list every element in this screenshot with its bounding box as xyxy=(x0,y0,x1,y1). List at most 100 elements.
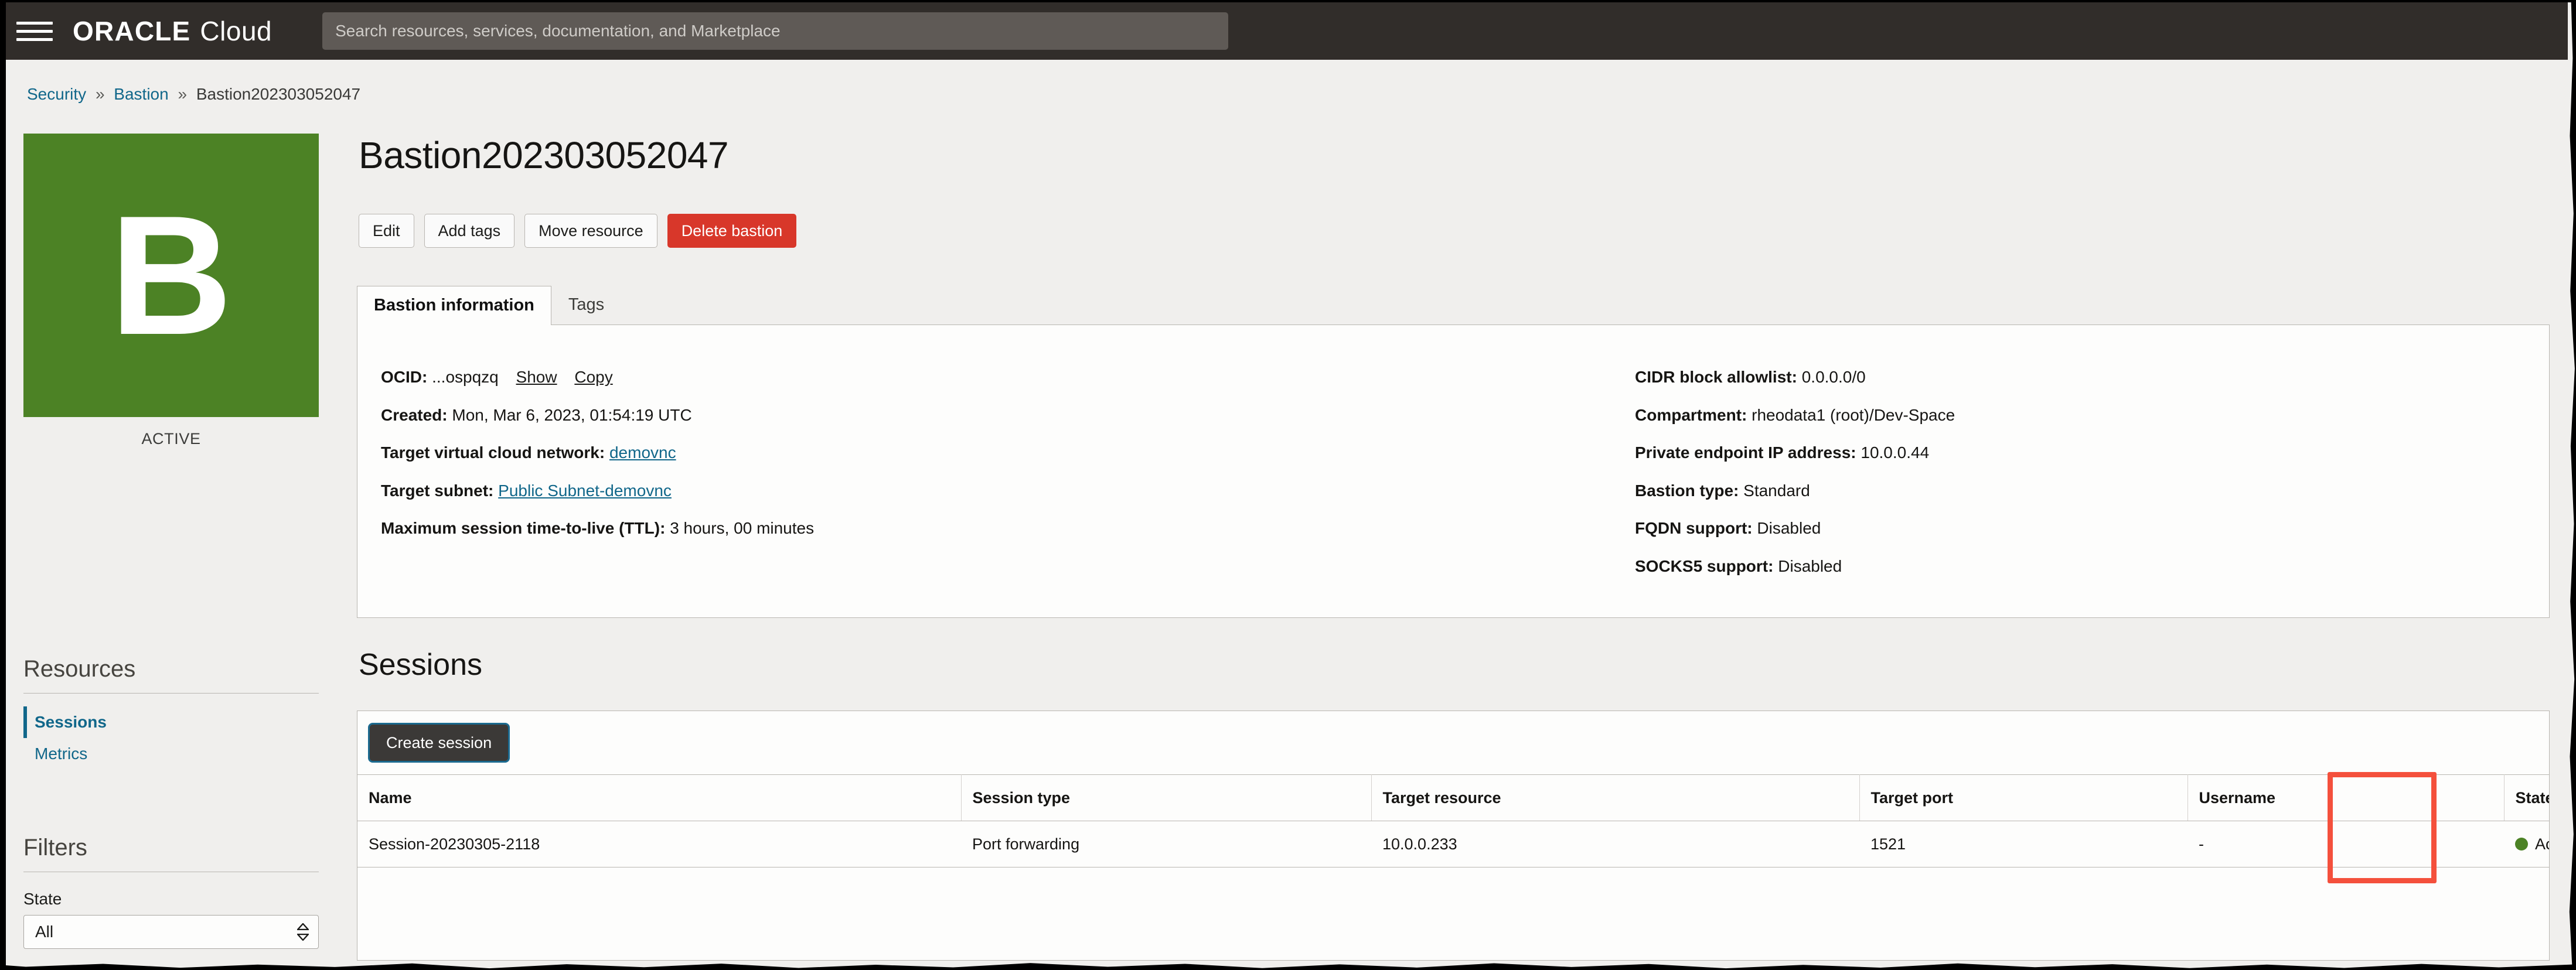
oracle-cloud-logo[interactable]: ORACLE Cloud xyxy=(73,15,272,47)
hamburger-bar xyxy=(16,37,53,41)
hamburger-menu-icon[interactable] xyxy=(16,21,53,41)
breadcrumb-separator: » xyxy=(95,85,105,103)
filters-heading: Filters xyxy=(23,835,319,872)
tab-bar: Bastion information Tags xyxy=(357,285,2550,326)
sessions-section-title: Sessions xyxy=(359,648,482,682)
info-label-cidr-allowlist: CIDR block allowlist: xyxy=(1635,368,1797,386)
brand-cloud-text: Cloud xyxy=(200,16,272,46)
column-header-target-port[interactable]: Target port xyxy=(1859,774,2188,821)
column-header-username[interactable]: Username xyxy=(2187,774,2505,821)
avatar-letter: B xyxy=(110,180,233,370)
edit-button[interactable]: Edit xyxy=(359,214,414,248)
breadcrumb-separator: » xyxy=(178,85,188,103)
info-label-created: Created: xyxy=(381,405,448,424)
info-value-ttl: 3 hours, 00 minutes xyxy=(670,519,815,538)
filters-section: Filters State All xyxy=(23,835,319,949)
table-header-row: Name Session type Target resource Target… xyxy=(357,774,2549,821)
info-value-target-subnet-link[interactable]: Public Subnet-demovnc xyxy=(498,481,672,500)
action-button-group: Edit Add tags Move resource Delete basti… xyxy=(359,214,797,248)
show-ocid-link[interactable]: Show xyxy=(516,368,557,386)
copy-ocid-link[interactable]: Copy xyxy=(574,368,612,386)
info-label-compartment: Compartment: xyxy=(1635,405,1747,424)
info-column-left: OCID: ...ospqzq Show Copy Created: Mon, … xyxy=(381,367,1635,595)
info-value-created: Mon, Mar 6, 2023, 01:54:19 UTC xyxy=(452,405,692,424)
state-indicator-icon xyxy=(2515,837,2528,851)
info-label-target-subnet: Target subnet: xyxy=(381,481,494,500)
info-label-bastion-type: Bastion type: xyxy=(1635,481,1739,500)
sidebar-item-sessions[interactable]: Sessions xyxy=(23,706,319,738)
info-value-target-vcn-link[interactable]: demovnc xyxy=(609,443,676,462)
add-tags-button[interactable]: Add tags xyxy=(424,214,515,248)
cell-state-label: Active xyxy=(2535,835,2549,853)
status-badge: ACTIVE xyxy=(141,430,201,448)
delete-bastion-button[interactable]: Delete bastion xyxy=(667,214,797,248)
resource-avatar-block: B ACTIVE xyxy=(23,134,319,448)
cell-target-resource: 10.0.0.233 xyxy=(1371,821,1859,867)
image-edge-artifact-right xyxy=(2569,0,2576,970)
breadcrumb-item-current: Bastion202303052047 xyxy=(196,85,361,103)
bastion-information-panel: OCID: ...ospqzq Show Copy Created: Mon, … xyxy=(357,325,2550,618)
column-header-session-type[interactable]: Session type xyxy=(961,774,1372,821)
global-search-input[interactable] xyxy=(322,12,1229,50)
resources-section: Resources Sessions Metrics xyxy=(23,656,319,770)
cell-username: - xyxy=(2187,821,2504,867)
tab-tags[interactable]: Tags xyxy=(551,285,621,325)
info-column-right: CIDR block allowlist: 0.0.0.0/0 Compartm… xyxy=(1635,367,1955,595)
brand-oracle-text: ORACLE xyxy=(73,16,191,46)
state-filter-label: State xyxy=(23,890,62,908)
info-row-ocid: OCID: ...ospqzq Show Copy xyxy=(381,367,1635,387)
info-label-private-endpoint-ip: Private endpoint IP address: xyxy=(1635,443,1856,462)
info-value-private-endpoint-ip: 10.0.0.44 xyxy=(1861,443,1930,462)
info-value-ocid: ...ospqzq xyxy=(432,368,499,386)
info-value-socks5-support: Disabled xyxy=(1778,556,1842,575)
info-label-ocid: OCID: xyxy=(381,368,428,386)
create-session-button[interactable]: Create session xyxy=(370,725,509,761)
info-row-compartment: Compartment: rheodata1 (root)/Dev-Space xyxy=(1635,405,1955,425)
state-filter-select[interactable]: All xyxy=(23,915,319,949)
info-row-ttl: Maximum session time-to-live (TTL): 3 ho… xyxy=(381,518,1635,538)
chevron-updown-icon[interactable] xyxy=(297,923,309,941)
info-label-target-vcn: Target virtual cloud network: xyxy=(381,443,605,462)
info-row-socks5-support: SOCKS5 support: Disabled xyxy=(1635,556,1955,576)
cell-name: Session-20230305-2118 xyxy=(357,821,961,867)
table-row[interactable]: Session-20230305-2118 Port forwarding 10… xyxy=(357,821,2549,867)
info-row-target-subnet: Target subnet: Public Subnet-demovnc xyxy=(381,481,1635,501)
column-header-state[interactable]: State xyxy=(2504,774,2549,821)
cell-target-port: 1521 xyxy=(1859,821,2187,867)
info-label-fqdn-support: FQDN support: xyxy=(1635,519,1753,538)
info-value-bastion-type: Standard xyxy=(1743,481,1810,500)
page-root: ORACLE Cloud Security » Bastion » Bastio… xyxy=(0,0,2576,970)
sidebar-item-metrics[interactable]: Metrics xyxy=(23,738,319,770)
sessions-table: Name Session type Target resource Target… xyxy=(357,774,2549,867)
info-row-created: Created: Mon, Mar 6, 2023, 01:54:19 UTC xyxy=(381,405,1635,425)
tab-bastion-information[interactable]: Bastion information xyxy=(357,285,551,326)
info-row-private-endpoint-ip: Private endpoint IP address: 10.0.0.44 xyxy=(1635,443,1955,463)
info-label-socks5-support: SOCKS5 support: xyxy=(1635,556,1774,575)
breadcrumb: Security » Bastion » Bastion202303052047 xyxy=(27,85,360,104)
image-edge-artifact-bottom xyxy=(0,963,2576,970)
info-value-compartment: rheodata1 (root)/Dev-Space xyxy=(1752,405,1955,424)
hamburger-bar xyxy=(16,21,53,25)
resources-heading: Resources xyxy=(23,656,319,694)
page-title: Bastion202303052047 xyxy=(359,134,729,176)
column-header-name[interactable]: Name xyxy=(357,774,962,821)
info-row-bastion-type: Bastion type: Standard xyxy=(1635,481,1955,501)
cell-session-type: Port forwarding xyxy=(961,821,1371,867)
move-resource-button[interactable]: Move resource xyxy=(524,214,657,248)
info-label-ttl: Maximum session time-to-live (TTL): xyxy=(381,519,666,538)
state-filter-value[interactable]: All xyxy=(23,915,319,949)
image-edge-artifact-left xyxy=(0,0,6,970)
breadcrumb-item-bastion[interactable]: Bastion xyxy=(114,85,168,103)
info-value-fqdn-support: Disabled xyxy=(1757,519,1821,538)
hamburger-bar xyxy=(16,29,53,33)
cell-state: Active xyxy=(2504,821,2549,867)
sessions-panel: Create session Name Session type Target … xyxy=(357,711,2550,961)
info-value-cidr-allowlist: 0.0.0.0/0 xyxy=(1801,368,1866,386)
info-row-fqdn-support: FQDN support: Disabled xyxy=(1635,518,1955,538)
column-header-target-resource[interactable]: Target resource xyxy=(1371,774,1860,821)
top-navigation-bar: ORACLE Cloud xyxy=(6,2,2568,60)
avatar: B xyxy=(23,134,319,417)
info-row-target-vcn: Target virtual cloud network: demovnc xyxy=(381,443,1635,463)
breadcrumb-item-security[interactable]: Security xyxy=(27,85,86,103)
info-row-cidr-allowlist: CIDR block allowlist: 0.0.0.0/0 xyxy=(1635,367,1955,387)
